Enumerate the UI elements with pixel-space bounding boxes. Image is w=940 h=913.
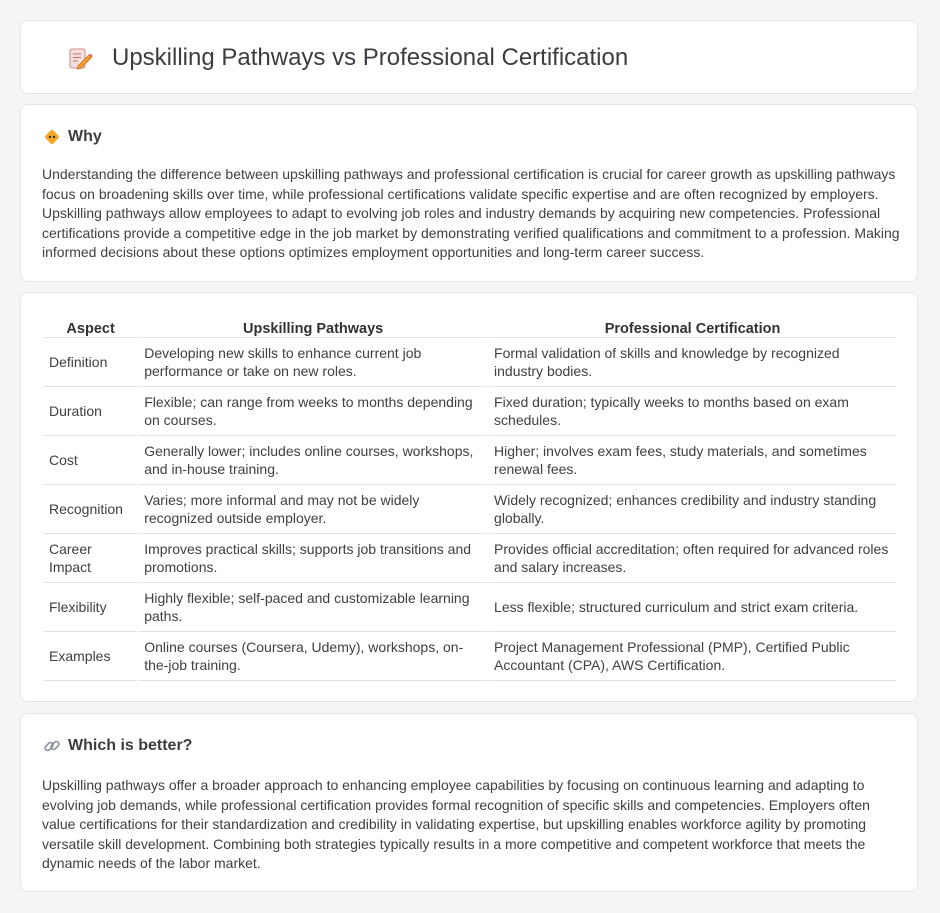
comparison-section: Aspect Upskilling Pathways Professional … bbox=[20, 292, 918, 702]
upskilling-cell: Developing new skills to enhance current… bbox=[139, 338, 488, 387]
column-header: Professional Certification bbox=[489, 313, 896, 338]
certification-cell: Provides official accreditation; often r… bbox=[489, 534, 896, 583]
certification-cell: Widely recognized; enhances credibility … bbox=[489, 485, 896, 534]
why-text: Understanding the difference between ups… bbox=[42, 166, 900, 260]
comparison-table: Aspect Upskilling Pathways Professional … bbox=[42, 313, 898, 681]
aspect-cell: Definition bbox=[44, 338, 138, 387]
better-heading-row: Which is better? bbox=[43, 734, 192, 758]
title-card: Upskilling Pathways vs Professional Cert… bbox=[20, 20, 918, 94]
table-row: Career Impact Improves practical skills;… bbox=[44, 534, 896, 583]
page-title: Upskilling Pathways vs Professional Cert… bbox=[112, 44, 629, 71]
certification-cell: Less flexible; structured curriculum and… bbox=[489, 583, 896, 632]
certification-cell: Formal validation of skills and knowledg… bbox=[489, 338, 896, 387]
upskilling-cell: Improves practical skills; supports job … bbox=[139, 534, 488, 583]
certification-cell: Fixed duration; typically weeks to month… bbox=[489, 387, 896, 436]
diamond-warning-icon bbox=[45, 130, 59, 144]
upskilling-cell: Varies; more informal and may not be wid… bbox=[139, 485, 488, 534]
table-row: Flexibility Highly flexible; self-paced … bbox=[44, 583, 896, 632]
pencil-memo-icon bbox=[69, 48, 93, 70]
better-heading: Which is better? bbox=[68, 737, 193, 754]
better-text: Upskilling pathways offer a broader appr… bbox=[42, 777, 870, 871]
certification-cell: Project Management Professional (PMP), C… bbox=[489, 632, 896, 681]
aspect-cell: Flexibility bbox=[44, 583, 138, 632]
table-row: Recognition Varies; more informal and ma… bbox=[44, 485, 896, 534]
aspect-cell: Cost bbox=[44, 436, 138, 485]
column-header: Aspect bbox=[44, 313, 138, 338]
column-header: Upskilling Pathways bbox=[139, 313, 488, 338]
why-section: Why Understanding the difference between… bbox=[20, 104, 918, 282]
which-is-better-section: Which is better? Upskilling pathways off… bbox=[20, 713, 918, 892]
aspect-cell: Recognition bbox=[44, 485, 138, 534]
aspect-cell: Career Impact bbox=[44, 534, 138, 583]
link-icon bbox=[44, 740, 60, 752]
table-header-row: Aspect Upskilling Pathways Professional … bbox=[44, 313, 896, 338]
table-row: Examples Online courses (Coursera, Udemy… bbox=[44, 632, 896, 681]
upskilling-cell: Highly flexible; self-paced and customiz… bbox=[139, 583, 488, 632]
upskilling-cell: Online courses (Coursera, Udemy), worksh… bbox=[139, 632, 488, 681]
table-row: Definition Developing new skills to enha… bbox=[44, 338, 896, 387]
table-row: Duration Flexible; can range from weeks … bbox=[44, 387, 896, 436]
certification-cell: Higher; involves exam fees, study materi… bbox=[489, 436, 896, 485]
table-row: Cost Generally lower; includes online co… bbox=[44, 436, 896, 485]
upskilling-cell: Flexible; can range from weeks to months… bbox=[139, 387, 488, 436]
why-heading-row: Why bbox=[43, 125, 102, 149]
why-heading: Why bbox=[68, 128, 102, 145]
aspect-cell: Duration bbox=[44, 387, 138, 436]
upskilling-cell: Generally lower; includes online courses… bbox=[139, 436, 488, 485]
aspect-cell: Examples bbox=[44, 632, 138, 681]
